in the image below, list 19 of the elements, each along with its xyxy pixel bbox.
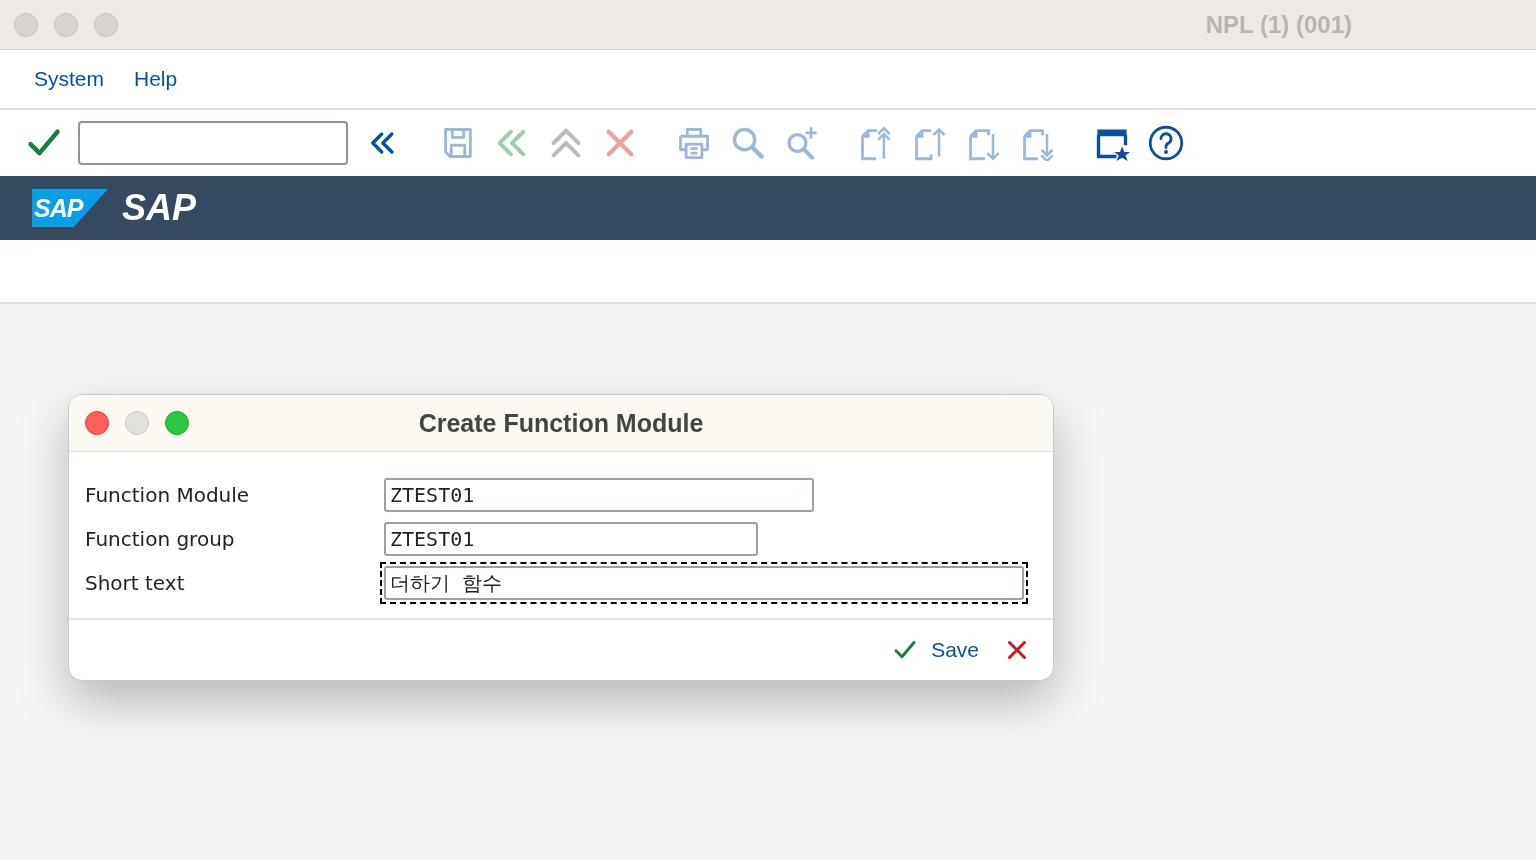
sap-logo: SAP <box>32 189 108 227</box>
cross-icon <box>1005 638 1029 662</box>
menu-item[interactable]: Help <box>134 67 178 91</box>
command-field[interactable] <box>78 121 348 165</box>
close-control[interactable] <box>85 411 109 435</box>
field-label: Function Module <box>85 483 251 507</box>
field-label: Short text <box>85 571 186 595</box>
zoom-control[interactable] <box>165 411 189 435</box>
window-control[interactable] <box>94 12 118 37</box>
window-control[interactable] <box>14 12 38 37</box>
field-label: Function group <box>85 527 236 551</box>
window-control[interactable] <box>54 12 78 37</box>
help-icon[interactable] <box>1148 125 1184 161</box>
dialog-title: Create Function Module <box>418 408 704 438</box>
save-button[interactable]: Save <box>889 634 983 666</box>
screen-title: SAP <box>122 187 197 229</box>
input-field[interactable]: 더하기 함수 <box>380 562 1028 604</box>
minimize-control[interactable] <box>125 411 149 435</box>
menu-item[interactable]: System <box>34 67 104 91</box>
